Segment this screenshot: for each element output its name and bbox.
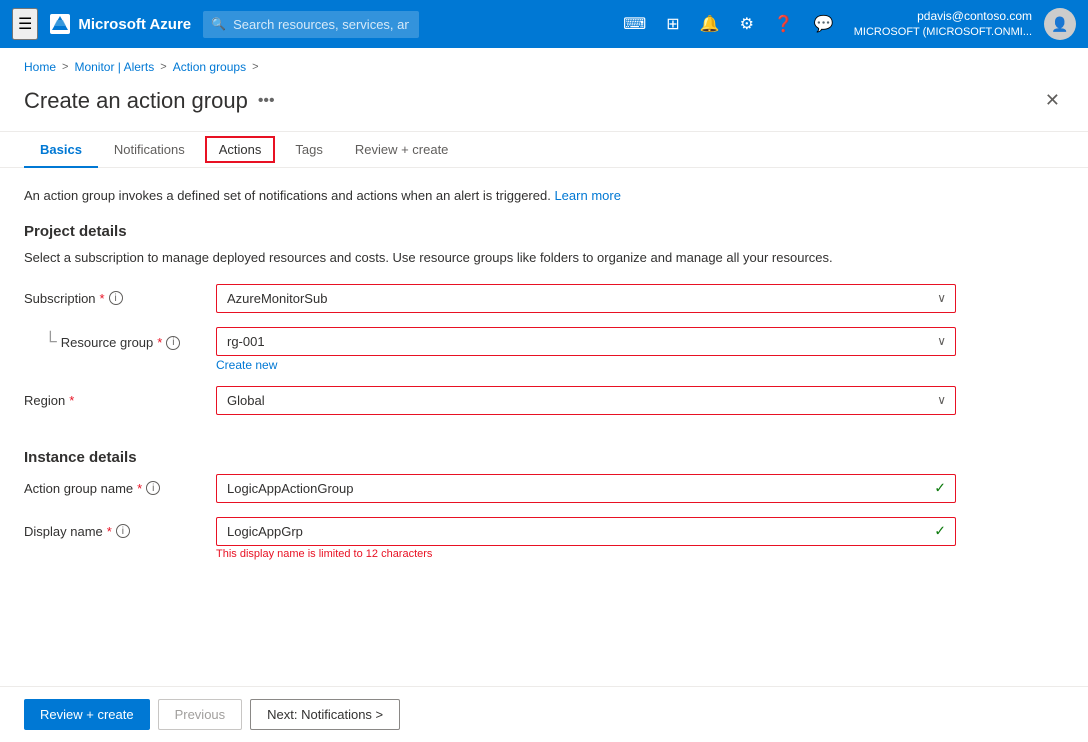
region-required: *	[69, 393, 74, 408]
breadcrumb-sep-1: >	[62, 61, 68, 73]
action-group-name-input[interactable]	[216, 474, 956, 503]
tabs: Basics Notifications Actions Tags Review…	[0, 132, 1088, 168]
main-container: Home > Monitor | Alerts > Action groups …	[0, 48, 1088, 742]
rg-label-indent: └ Resource group * i	[24, 334, 204, 352]
learn-more-link[interactable]: Learn more	[554, 188, 620, 203]
display-name-label: Display name * i	[24, 517, 204, 539]
rg-control: rg-001 Create new	[216, 327, 956, 372]
resource-group-row: └ Resource group * i rg-001 Create new	[24, 327, 1064, 372]
previous-button: Previous	[158, 699, 243, 730]
search-wrapper: 🔍	[203, 11, 419, 38]
notifications-button[interactable]: 🔔	[692, 8, 728, 40]
breadcrumb-sep-3: >	[252, 61, 258, 73]
display-name-validation: This display name is limited to 12 chara…	[216, 548, 956, 560]
dn-input-wrapper: ✓	[216, 517, 956, 546]
breadcrumb-home[interactable]: Home	[24, 60, 56, 74]
breadcrumb: Home > Monitor | Alerts > Action groups …	[0, 48, 1088, 78]
display-name-input[interactable]	[216, 517, 956, 546]
subscription-select[interactable]: AzureMonitorSub	[216, 284, 956, 313]
subscription-select-wrapper: AzureMonitorSub	[216, 284, 956, 313]
display-name-row: Display name * i ✓ This display name is …	[24, 517, 1064, 560]
page-title-row: Create an action group •••	[24, 88, 275, 114]
action-group-name-row: Action group name * i ✓	[24, 474, 1064, 503]
rg-label-area: └ Resource group * i	[24, 327, 204, 352]
rg-select-wrapper: rg-001	[216, 327, 956, 356]
dn-info-icon[interactable]: i	[116, 524, 130, 538]
feedback-button[interactable]: 💬	[806, 8, 842, 40]
azure-logo-icon	[50, 14, 70, 34]
cloud-shell-button[interactable]: ⌨	[615, 8, 654, 40]
region-select-wrapper: Global	[216, 386, 956, 415]
rg-select[interactable]: rg-001	[216, 327, 956, 356]
content-area: An action group invokes a defined set of…	[0, 168, 1088, 686]
avatar[interactable]: 👤	[1044, 8, 1076, 40]
region-select[interactable]: Global	[216, 386, 956, 415]
dn-required: *	[107, 524, 112, 539]
agn-control: ✓	[216, 474, 956, 503]
logo-text: Microsoft Azure	[78, 16, 191, 33]
action-group-name-label: Action group name * i	[24, 474, 204, 496]
project-details-title: Project details	[24, 223, 1064, 240]
topbar-icons: ⌨ ⊞ 🔔 ⚙ ❓ 💬 pdavis@contoso.com MICROSOFT…	[615, 8, 1076, 40]
project-details-desc: Select a subscription to manage deployed…	[24, 248, 1064, 268]
settings-button[interactable]: ⚙	[732, 8, 762, 40]
breadcrumb-sep-2: >	[160, 61, 166, 73]
help-button[interactable]: ❓	[766, 8, 802, 40]
azure-logo: Microsoft Azure	[50, 14, 191, 34]
user-info: pdavis@contoso.com MICROSOFT (MICROSOFT.…	[854, 9, 1032, 39]
page-title: Create an action group	[24, 88, 248, 114]
breadcrumb-monitor-alerts[interactable]: Monitor | Alerts	[74, 60, 154, 74]
hamburger-menu-button[interactable]: ☰	[12, 8, 38, 40]
subscription-control: AzureMonitorSub	[216, 284, 956, 313]
more-options-button[interactable]: •••	[258, 92, 275, 110]
dn-control: ✓ This display name is limited to 12 cha…	[216, 517, 956, 560]
agn-input-wrapper: ✓	[216, 474, 956, 503]
tab-notifications[interactable]: Notifications	[98, 132, 201, 167]
search-icon: 🔍	[211, 17, 226, 31]
rg-bracket: └	[44, 332, 57, 350]
agn-required: *	[137, 481, 142, 496]
footer: Review + create Previous Next: Notificat…	[0, 686, 1088, 742]
breadcrumb-action-groups[interactable]: Action groups	[173, 60, 246, 74]
tab-tags[interactable]: Tags	[279, 132, 338, 167]
region-row: Region * Global	[24, 386, 1064, 415]
tab-actions[interactable]: Actions	[205, 136, 276, 163]
subscription-row: Subscription * i AzureMonitorSub	[24, 284, 1064, 313]
topbar: ☰ Microsoft Azure 🔍 ⌨ ⊞ 🔔 ⚙ ❓ 💬 pdavis@c…	[0, 0, 1088, 48]
section-divider	[24, 429, 1064, 449]
agn-info-icon[interactable]: i	[146, 481, 160, 495]
page-header: Create an action group ••• ✕	[0, 78, 1088, 132]
instance-details-title: Instance details	[24, 449, 1064, 466]
close-button[interactable]: ✕	[1041, 86, 1064, 115]
user-email: pdavis@contoso.com	[917, 9, 1032, 25]
agn-check-icon: ✓	[934, 480, 946, 497]
tab-basics[interactable]: Basics	[24, 132, 98, 167]
user-tenant: MICROSOFT (MICROSOFT.ONMI...	[854, 25, 1032, 39]
rg-info-icon[interactable]: i	[166, 336, 180, 350]
rg-required: *	[157, 335, 162, 350]
directory-button[interactable]: ⊞	[658, 8, 687, 40]
tab-review-create[interactable]: Review + create	[339, 132, 465, 167]
subscription-info-icon[interactable]: i	[109, 291, 123, 305]
create-new-rg-link[interactable]: Create new	[216, 358, 277, 372]
review-create-button[interactable]: Review + create	[24, 699, 150, 730]
next-notifications-button[interactable]: Next: Notifications >	[250, 699, 400, 730]
dn-check-icon: ✓	[934, 523, 946, 540]
search-input[interactable]	[203, 11, 419, 38]
subscription-required: *	[100, 291, 105, 306]
region-control: Global	[216, 386, 956, 415]
subscription-label: Subscription * i	[24, 284, 204, 306]
region-label: Region *	[24, 386, 204, 408]
info-text: An action group invokes a defined set of…	[24, 188, 1064, 203]
